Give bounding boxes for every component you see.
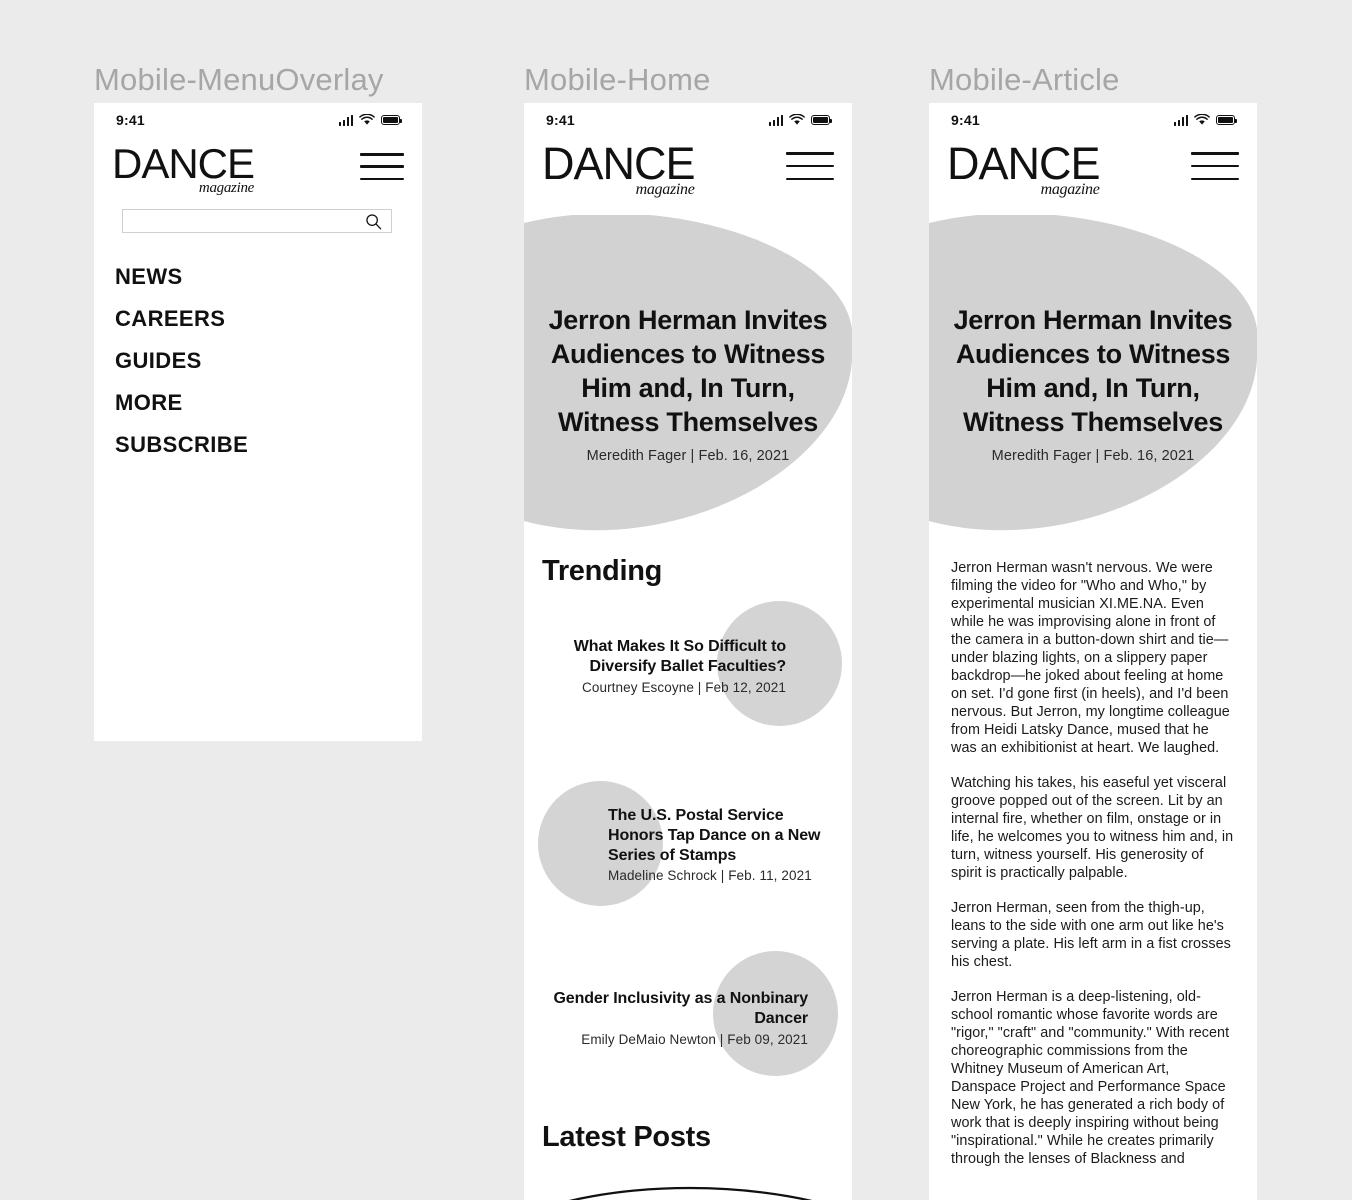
wifi-icon xyxy=(1194,114,1210,125)
status-time: 9:41 xyxy=(116,112,145,128)
nav-item-news[interactable]: NEWS xyxy=(115,264,422,290)
battery-icon xyxy=(381,115,403,125)
trending-item-text: The U.S. Postal Service Honors Tap Dance… xyxy=(524,781,852,883)
hero-title: Jerron Herman Invites Audiences to Witne… xyxy=(953,305,1233,438)
phone-mockup-menu-overlay: 9:41 DANCE magazine NEWS CAREERS GUIDES … xyxy=(94,103,422,741)
trending-item-meta: Courtney Escoyne | Feb 12, 2021 xyxy=(582,679,786,695)
hero-banner: Jerron Herman Invites Audiences to Witne… xyxy=(524,215,852,531)
status-icons xyxy=(768,114,833,126)
logo-dance-magazine[interactable]: DANCE magazine xyxy=(542,138,696,198)
section-heading-trending: Trending xyxy=(542,555,663,587)
phone-mockup-article: 9:41 DANCE magazine Jerron Herman Invite… xyxy=(929,103,1257,1200)
status-time: 9:41 xyxy=(951,112,980,128)
wireframe-canvas: Mobile-MenuOverlay 9:41 DANCE magazine N… xyxy=(0,0,1352,1200)
hamburger-menu-icon[interactable] xyxy=(1191,152,1239,180)
masthead: DANCE magazine xyxy=(929,141,1257,198)
hamburger-menu-icon[interactable] xyxy=(360,153,404,180)
article-body: Jerron Herman wasn't nervous. We were fi… xyxy=(929,559,1257,1185)
signal-bars-icon xyxy=(1173,114,1188,126)
nav-item-guides[interactable]: GUIDES xyxy=(115,348,422,374)
status-bar: 9:41 xyxy=(929,103,1257,137)
signal-bars-icon xyxy=(768,114,783,126)
nav-list: NEWS CAREERS GUIDES MORE SUBSCRIBE xyxy=(94,264,422,474)
hamburger-menu-icon[interactable] xyxy=(786,152,834,180)
trending-item-3[interactable]: Gender Inclusivity as a Nonbinary Dancer… xyxy=(524,951,852,1076)
trending-item-text: Gender Inclusivity as a Nonbinary Dancer… xyxy=(524,951,852,1047)
logo-dance-magazine[interactable]: DANCE magazine xyxy=(112,140,255,196)
logo-wordmark: DANCE xyxy=(112,140,255,187)
trending-item-1[interactable]: What Makes It So Difficult to Diversify … xyxy=(524,601,852,726)
latest-posts-arc-divider xyxy=(524,1163,852,1200)
masthead: DANCE magazine xyxy=(94,143,422,196)
search-field[interactable] xyxy=(122,209,392,233)
hero-byline: Meredith Fager | Feb. 16, 2021 xyxy=(991,448,1195,465)
section-heading-latest-posts: Latest Posts xyxy=(542,1121,711,1153)
frame-label-article: Mobile-Article xyxy=(929,62,1120,97)
status-bar: 9:41 xyxy=(94,103,422,137)
article-paragraph-2: Watching his takes, his easeful yet visc… xyxy=(951,775,1234,881)
trending-item-title[interactable]: The U.S. Postal Service Honors Tap Dance… xyxy=(608,806,838,865)
hero-byline: Meredith Fager | Feb. 16, 2021 xyxy=(586,448,790,465)
trending-item-2[interactable]: The U.S. Postal Service Honors Tap Dance… xyxy=(524,781,852,906)
wifi-icon xyxy=(789,114,805,125)
article-paragraph-1: Jerron Herman wasn't nervous. We were fi… xyxy=(951,560,1230,756)
article-paragraph-3: Jerron Herman, seen from the thigh-up, l… xyxy=(951,900,1231,970)
status-icons xyxy=(338,114,403,126)
trending-item-title[interactable]: What Makes It So Difficult to Diversify … xyxy=(538,637,786,677)
battery-icon xyxy=(811,115,833,125)
hero-text-block: Jerron Herman Invites Audiences to Witne… xyxy=(524,303,852,464)
trending-item-text: What Makes It So Difficult to Diversify … xyxy=(524,601,852,695)
wifi-icon xyxy=(359,114,375,125)
hero-banner: Jerron Herman Invites Audiences to Witne… xyxy=(929,215,1257,531)
status-bar: 9:41 xyxy=(524,103,852,137)
search-input[interactable] xyxy=(123,210,391,232)
nav-item-subscribe[interactable]: SUBSCRIBE xyxy=(115,432,422,458)
status-time: 9:41 xyxy=(546,112,575,128)
trending-item-meta: Emily DeMaio Newton | Feb 09, 2021 xyxy=(581,1031,808,1047)
hero-text-block: Jerron Herman Invites Audiences to Witne… xyxy=(929,303,1257,464)
phone-mockup-home: 9:41 DANCE magazine Jerron Herman Invite… xyxy=(524,103,852,1200)
masthead: DANCE magazine xyxy=(524,141,852,198)
status-icons xyxy=(1173,114,1238,126)
nav-item-careers[interactable]: CAREERS xyxy=(115,306,422,332)
logo-wordmark: DANCE xyxy=(947,138,1101,189)
logo-wordmark: DANCE xyxy=(542,138,696,189)
signal-bars-icon xyxy=(338,114,353,126)
nav-item-more[interactable]: MORE xyxy=(115,390,422,416)
trending-item-meta: Madeline Schrock | Feb. 11, 2021 xyxy=(608,868,812,884)
hero-title: Jerron Herman Invites Audiences to Witne… xyxy=(548,305,828,438)
frame-label-home: Mobile-Home xyxy=(524,62,711,97)
trending-item-title[interactable]: Gender Inclusivity as a Nonbinary Dancer xyxy=(538,989,808,1029)
frame-label-menu-overlay: Mobile-MenuOverlay xyxy=(94,62,384,97)
logo-dance-magazine[interactable]: DANCE magazine xyxy=(947,138,1101,198)
article-paragraph-4: Jerron Herman is a deep-listening, old-s… xyxy=(951,989,1230,1167)
battery-icon xyxy=(1216,115,1238,125)
